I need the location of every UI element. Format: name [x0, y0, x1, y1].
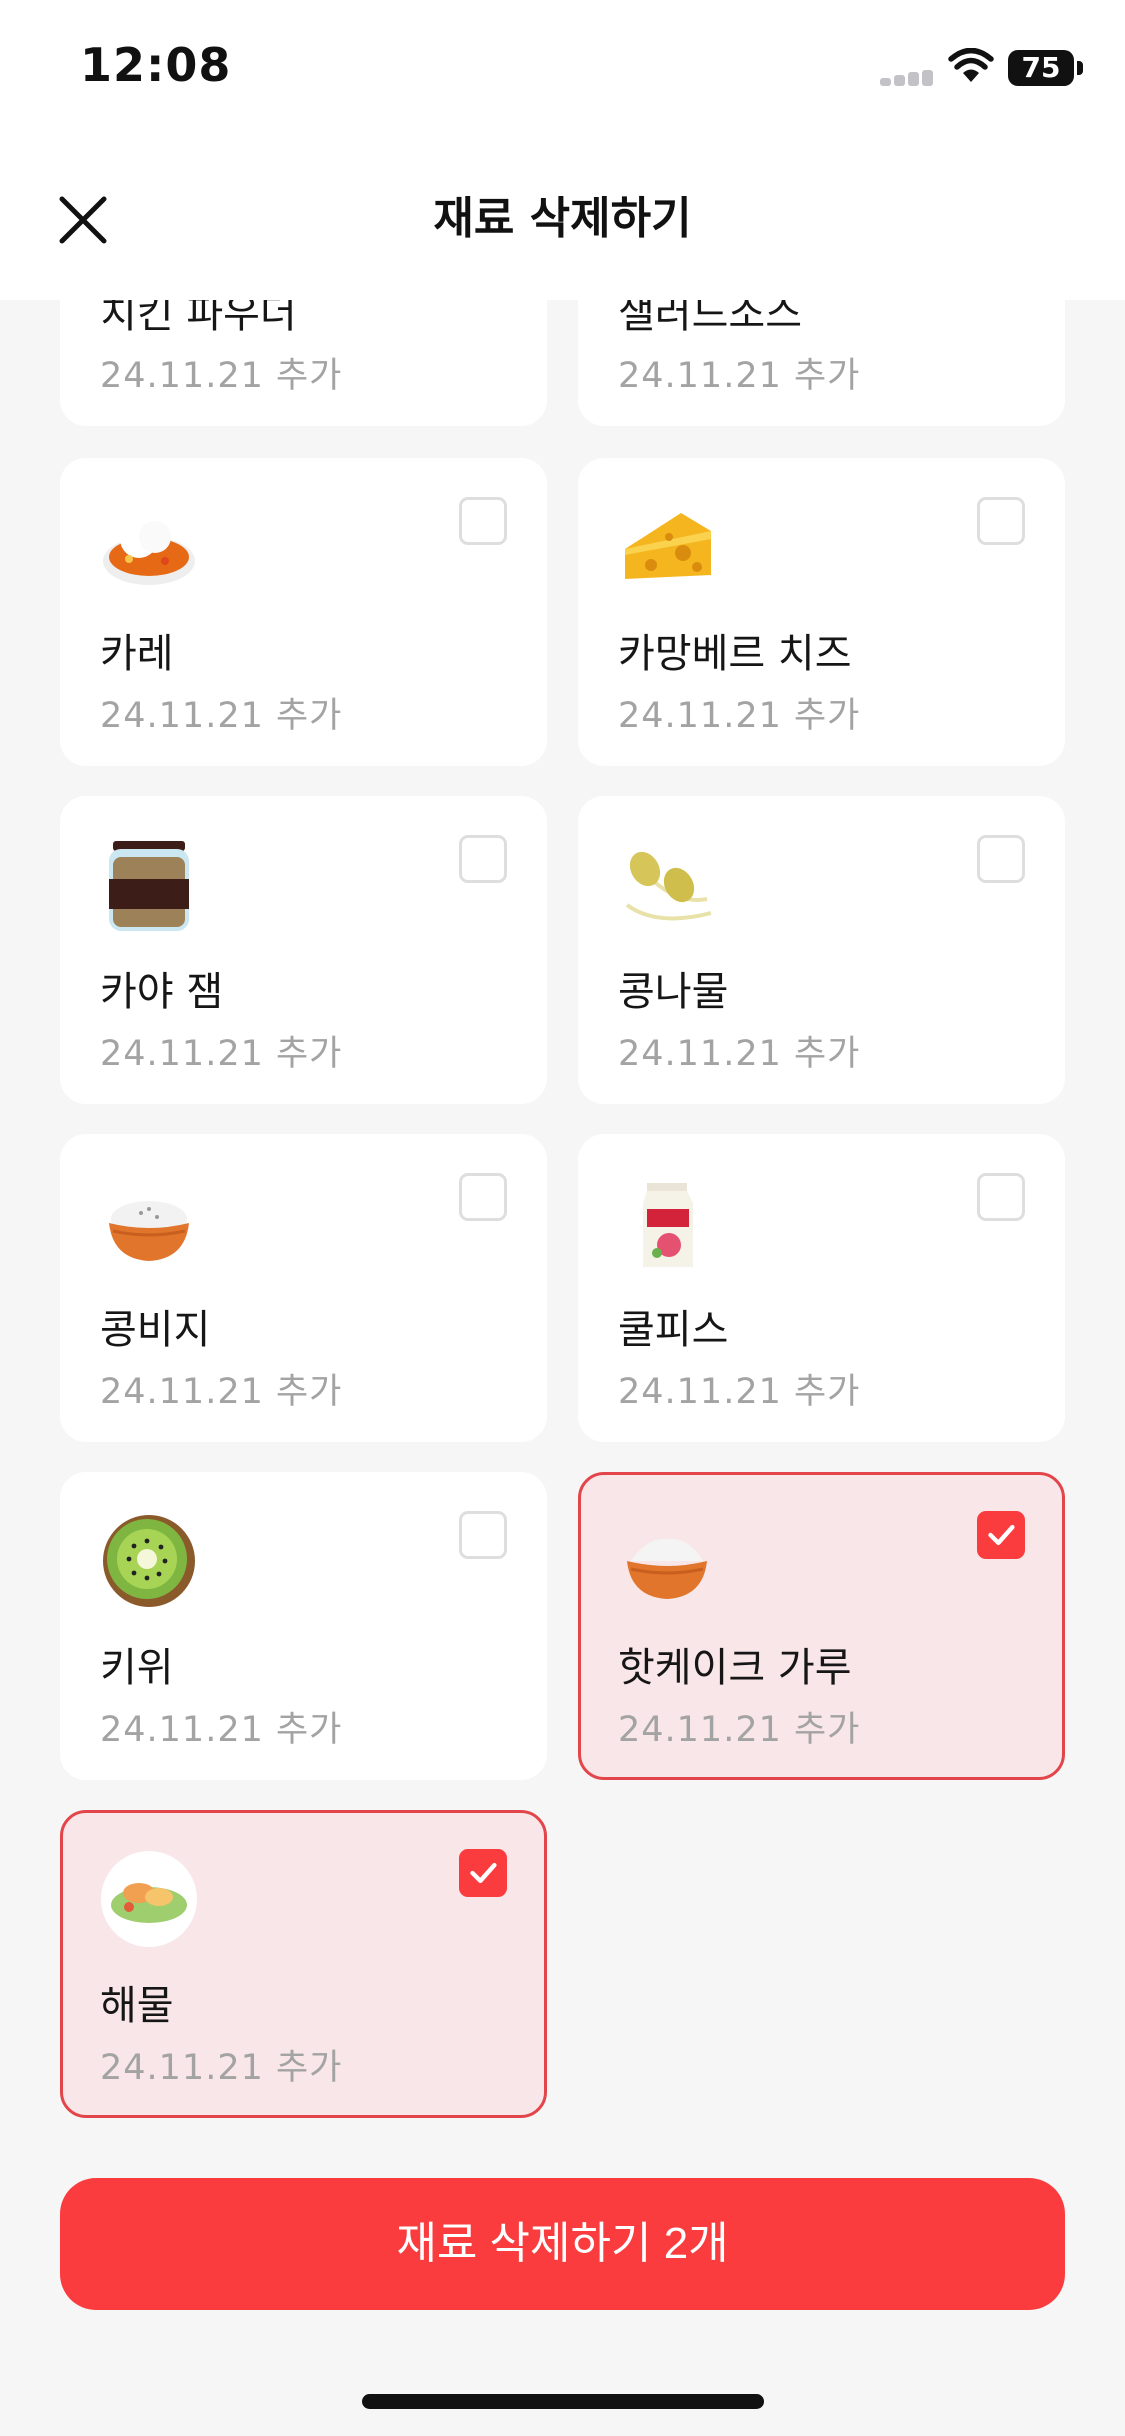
ingredient-added-date: 24.11.21 추가: [100, 1710, 343, 1750]
bean-sprouts-icon: [617, 835, 717, 935]
juice-carton-icon: [617, 1173, 717, 1273]
curry-rice-icon: [99, 497, 199, 597]
battery-icon: 75: [1008, 50, 1074, 86]
battery-tip: [1077, 61, 1083, 75]
ingredient-grid: 치킨 파우더 24.11.21 추가 샐러드소스 24.11.21 추가 카레 24.11…: [60, 0, 1065, 2436]
delete-ingredients-button[interactable]: 재료 삭제하기 2개: [60, 2178, 1065, 2310]
ingredient-checkbox[interactable]: [977, 835, 1025, 883]
ingredient-added-date: 24.11.21 추가: [100, 2048, 343, 2088]
ingredient-name: 카레: [100, 631, 174, 677]
ingredient-added-date: 24.11.21 추가: [618, 696, 861, 736]
flour-bowl-icon: [617, 1511, 717, 1611]
ingredient-added-date: 24.11.21 추가: [618, 1372, 861, 1412]
ingredient-card[interactable]: 콩비지 24.11.21 추가: [60, 1134, 547, 1442]
ingredient-name: 해물: [100, 1983, 174, 2029]
ingredient-name: 카망베르 치즈: [618, 631, 852, 677]
ingredient-name: 콩비지: [100, 1307, 211, 1353]
ingredient-name: 키위: [100, 1645, 174, 1691]
ingredient-checkbox[interactable]: [459, 1511, 507, 1559]
ingredient-checkbox[interactable]: [459, 1173, 507, 1221]
nav-bar: 재료 삭제하기: [0, 140, 1125, 300]
ingredient-checkbox[interactable]: [977, 497, 1025, 545]
ingredient-added-date: 24.11.21 추가: [100, 696, 343, 736]
ingredient-checkbox[interactable]: [459, 1849, 507, 1897]
ingredient-card[interactable]: 카망베르 치즈 24.11.21 추가: [578, 458, 1065, 766]
ingredient-card[interactable]: 카레 24.11.21 추가: [60, 458, 547, 766]
page-title: 재료 삭제하기: [433, 193, 692, 244]
ingredient-added-date: 24.11.21 추가: [100, 1034, 343, 1074]
ingredient-checkbox[interactable]: [977, 1511, 1025, 1559]
ingredient-card[interactable]: 콩나물 24.11.21 추가: [578, 796, 1065, 1104]
ingredient-name: 쿨피스: [618, 1307, 729, 1353]
wifi-icon: [948, 48, 994, 82]
ingredient-added-date: 24.11.21 추가: [100, 1372, 343, 1412]
signal-icon: [880, 70, 934, 86]
ingredient-card[interactable]: 카야 잼 24.11.21 추가: [60, 796, 547, 1104]
seafood-plate-icon: [99, 1849, 199, 1949]
ingredient-name: 콩나물: [618, 969, 729, 1015]
ingredient-name: 핫케이크 가루: [618, 1645, 852, 1691]
ingredient-checkbox[interactable]: [459, 497, 507, 545]
ingredient-added-date: 24.11.21 추가: [618, 1034, 861, 1074]
ingredient-card[interactable]: 키위 24.11.21 추가: [60, 1472, 547, 1780]
ingredient-checkbox[interactable]: [977, 1173, 1025, 1221]
status-time: 12:08: [80, 38, 232, 92]
ingredient-name: 카야 잼: [100, 969, 224, 1015]
ingredient-added-date: 24.11.21 추가: [100, 356, 343, 396]
ingredient-checkbox[interactable]: [459, 835, 507, 883]
ingredient-added-date: 24.11.21 추가: [618, 356, 861, 396]
app-screen: 치킨 파우더 24.11.21 추가 샐러드소스 24.11.21 추가 카레 24.11…: [0, 0, 1125, 2436]
ingredient-added-date: 24.11.21 추가: [618, 1710, 861, 1750]
ingredient-card[interactable]: 쿨피스 24.11.21 추가: [578, 1134, 1065, 1442]
home-indicator: [362, 2394, 764, 2409]
ingredient-card[interactable]: 핫케이크 가루 24.11.21 추가: [578, 1472, 1065, 1780]
status-bar: 12:08 75: [0, 0, 1125, 140]
powder-bowl-icon: [99, 1173, 199, 1273]
ingredient-card[interactable]: 해물 24.11.21 추가: [60, 1810, 547, 2118]
cheese-icon: [617, 497, 717, 597]
jam-jar-icon: [99, 835, 199, 935]
kiwi-icon: [99, 1511, 199, 1611]
